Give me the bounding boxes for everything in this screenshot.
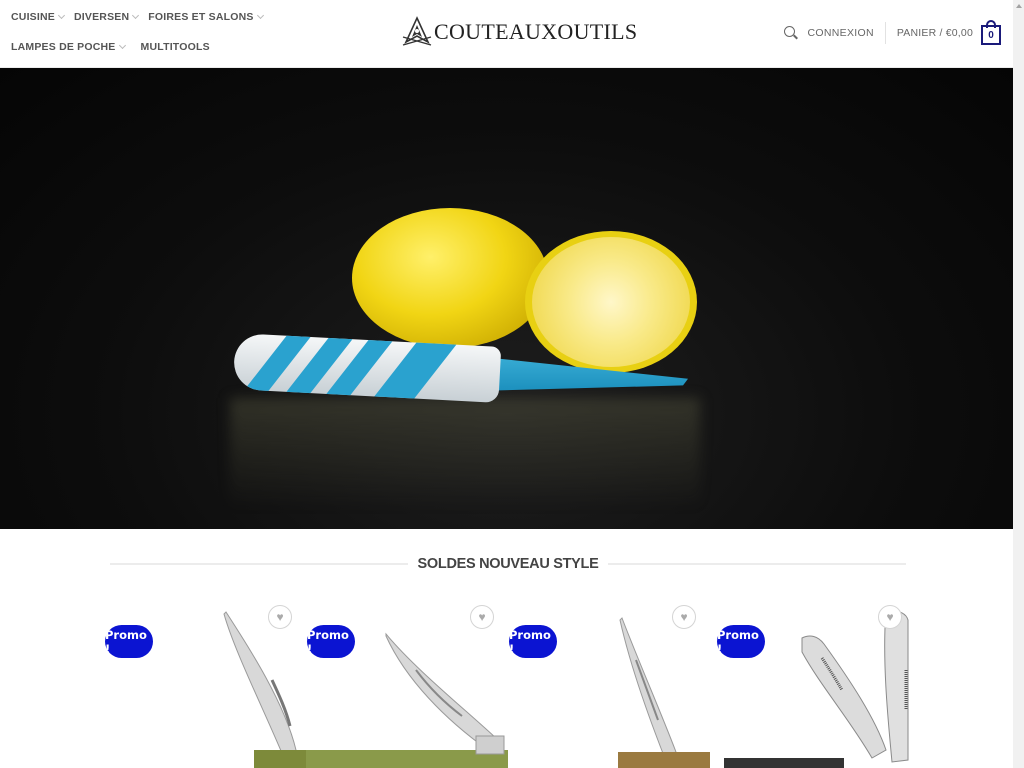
promo-badge: Promo ! <box>509 625 557 658</box>
nav-item-label: DIVERSEN <box>74 11 130 23</box>
heart-icon: ♥ <box>478 610 486 624</box>
main-nav: CUISINE DIVERSEN FOIRES ET SALONS LAMPES… <box>11 8 381 56</box>
wishlist-button[interactable]: ♥ <box>470 605 494 629</box>
product-grid: Promo ! ♥ Promo ! ♥ Promo ! ♥ Promo ! ♥ <box>104 600 912 768</box>
nav-item-foires-et-salons[interactable]: FOIRES ET SALONS <box>148 8 264 26</box>
chevron-down-icon <box>132 11 140 20</box>
nav-item-multitools[interactable]: MULTITOOLS <box>141 38 210 56</box>
product-card[interactable]: Promo ! ♥ <box>104 600 306 768</box>
heading-line-left <box>110 563 408 565</box>
site-logo[interactable]: COUTEAUXOUTILS <box>400 15 637 49</box>
promo-badge: Promo ! <box>717 625 765 658</box>
search-icon[interactable] <box>783 26 798 40</box>
heart-icon: ♥ <box>886 610 894 624</box>
login-link[interactable]: CONNEXION <box>808 27 874 39</box>
section-title: SOLDES NOUVEAU STYLE <box>417 556 599 572</box>
cart-bag-icon[interactable]: 0 <box>981 20 1001 46</box>
hero-lemon-whole <box>352 208 548 348</box>
hero-lemon-flesh <box>532 237 690 367</box>
header-divider <box>884 22 886 44</box>
wishlist-button[interactable]: ♥ <box>878 605 902 629</box>
site-header: CUISINE DIVERSEN FOIRES ET SALONS LAMPES… <box>0 0 1013 68</box>
wishlist-button[interactable]: ♥ <box>268 605 292 629</box>
heading-line-right <box>608 563 907 565</box>
nav-item-label: MULTITOOLS <box>140 41 210 53</box>
scroll-up-arrow-icon[interactable] <box>1016 4 1022 8</box>
promo-badge: Promo ! <box>307 625 355 658</box>
chevron-down-icon <box>256 11 264 20</box>
logo-emblem-icon <box>402 16 432 46</box>
page: CUISINE DIVERSEN FOIRES ET SALONS LAMPES… <box>0 0 1024 768</box>
product-card[interactable]: Promo ! ♥ <box>508 600 710 768</box>
hero-banner <box>0 68 1013 529</box>
header-actions: CONNEXION PANIER / €0,00 0 <box>783 20 1001 46</box>
hero-lemon-half <box>525 231 697 373</box>
logo-text: COUTEAUXOUTILS <box>434 19 638 44</box>
nav-item-label: LAMPES DE POCHE <box>11 41 116 53</box>
section-heading: SOLDES NOUVEAU STYLE <box>110 553 907 575</box>
heart-icon: ♥ <box>276 610 284 624</box>
nav-item-label: CUISINE <box>11 11 55 23</box>
page-scrollbar[interactable] <box>1013 0 1024 768</box>
nav-item-diversen[interactable]: DIVERSEN <box>74 8 140 26</box>
product-card[interactable]: Promo ! ♥ <box>710 600 912 768</box>
search-icon-handle <box>792 34 798 40</box>
wishlist-button[interactable]: ♥ <box>672 605 696 629</box>
nav-item-cuisine[interactable]: CUISINE <box>11 8 66 26</box>
nav-item-label: FOIRES ET SALONS <box>148 11 254 23</box>
hero-reflection <box>230 398 700 508</box>
nav-item-lampes-de-poche[interactable]: LAMPES DE POCHE <box>11 38 126 56</box>
cart-count: 0 <box>981 25 1001 45</box>
promo-badge: Promo ! <box>105 625 153 658</box>
heart-icon: ♥ <box>680 610 688 624</box>
chevron-down-icon <box>57 11 66 20</box>
cart-link[interactable]: PANIER / €0,00 <box>897 27 973 39</box>
chevron-down-icon <box>118 41 126 50</box>
product-card[interactable]: Promo ! ♥ <box>306 600 508 768</box>
